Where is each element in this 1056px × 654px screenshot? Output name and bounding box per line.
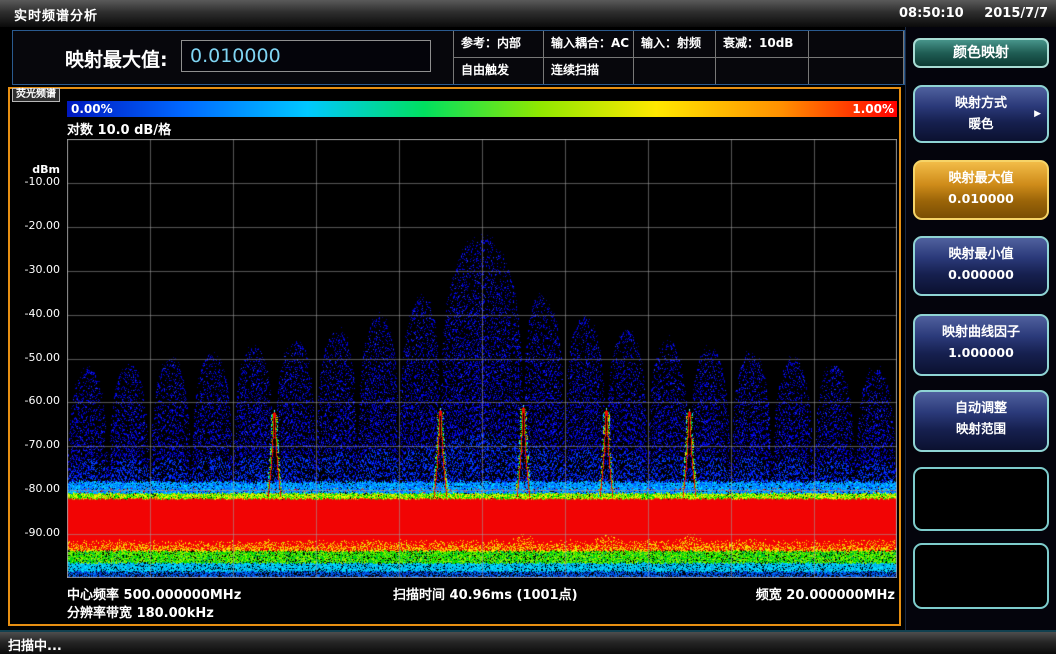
status-cell-r1c3 (716, 58, 809, 85)
value-entry-zone: 映射最大值: (13, 31, 453, 84)
y-tick--40.00: -40.00 (10, 307, 60, 320)
center-freq-label: 中心频率 500.000000MHz (67, 584, 241, 603)
y-tick--30.00: -30.00 (10, 263, 60, 276)
softkey-value: 1.000000 (915, 345, 1047, 360)
sweep-time-label: 扫描时间 40.96ms (1001点) (393, 584, 578, 603)
y-tick--60.00: -60.00 (10, 394, 60, 407)
status-cell-r1c0: 自由触发 (454, 58, 544, 85)
value-entry-label: 映射最大值: (65, 45, 168, 72)
time-display: 08:50:10 (899, 6, 964, 21)
softkey-label: 映射曲线因子 (915, 325, 1047, 341)
amplitude-scale-label: 对数 10.0 dB/格 (67, 119, 171, 138)
status-cell-r0c0: 参考：内部 (454, 31, 544, 58)
title-bar: 实时频谱分析 08:50:10 2015/7/7 (0, 0, 1056, 27)
status-cell-r0c3: 衰减：10dB (716, 31, 809, 58)
status-cell-r1c2 (634, 58, 716, 85)
colormap-max-label: 1.00% (852, 102, 894, 116)
submenu-arrow-icon: ▶ (1034, 109, 1041, 119)
softkey-label: 映射最大值 (915, 171, 1047, 187)
status-cell-r1c4 (809, 58, 904, 85)
softkey-empty-2[interactable] (913, 543, 1049, 609)
softkey-value: 0.010000 (915, 191, 1047, 206)
trace-tab-persistence[interactable]: 荧光频谱 (12, 88, 60, 102)
softkey-value: 0.000000 (915, 267, 1047, 282)
softkey-label: 映射最小值 (915, 247, 1047, 263)
softkey-auto-adjust[interactable]: 自动调整映射范围 (913, 390, 1049, 452)
rbw-label: 分辨率带宽 180.00kHz (67, 602, 214, 621)
date-display: 2015/7/7 (984, 6, 1048, 21)
status-grid: 参考：内部输入耦合：AC输入：射频衰减：10dB 自由触发连续扫描 (453, 31, 904, 84)
softkey-empty-1[interactable] (913, 467, 1049, 531)
status-cell-r0c1: 输入耦合：AC (544, 31, 634, 58)
softkey-map-mode[interactable]: 映射方式暖色▶ (913, 85, 1049, 143)
softkey-map-min[interactable]: 映射最小值 0.000000 (913, 236, 1049, 296)
y-tick--70.00: -70.00 (10, 438, 60, 451)
y-axis: dBm -10.00-20.00-30.00-40.00-50.00-60.00… (10, 139, 62, 578)
config-strip: 映射最大值: 参考：内部输入耦合：AC输入：射频衰减：10dB 自由触发连续扫描 (12, 30, 905, 85)
softkey-value: 映射范围 (915, 421, 1047, 436)
y-tick--50.00: -50.00 (10, 351, 60, 364)
trace-panel: 荧光频谱 0.00% 1.00% 对数 10.0 dB/格 dBm -10.00… (8, 87, 901, 626)
status-cell-r1c1: 连续扫描 (544, 58, 634, 85)
softkey-menu-header[interactable]: 颜色映射 (913, 38, 1049, 68)
y-tick--90.00: -90.00 (10, 526, 60, 539)
colormap-gradient-bar: 0.00% 1.00% (67, 101, 897, 117)
y-tick--80.00: -80.00 (10, 482, 60, 495)
spectrum-analyzer-screen: 实时频谱分析 08:50:10 2015/7/7 映射最大值: 参考：内部输入耦… (0, 0, 1056, 654)
colormap-min-label: 0.00% (71, 102, 113, 116)
softkey-map-max[interactable]: 映射最大值 0.010000 (913, 160, 1049, 220)
clock: 08:50:10 2015/7/7 (883, 6, 1048, 21)
softkey-map-curve[interactable]: 映射曲线因子 1.000000 (913, 314, 1049, 376)
sweep-status-text: 扫描中... (8, 635, 62, 654)
y-tick--20.00: -20.00 (10, 219, 60, 232)
status-bar: 扫描中... (0, 630, 1056, 654)
spectrum-canvas (67, 139, 897, 578)
app-title: 实时频谱分析 (14, 5, 98, 24)
y-tick--10.00: -10.00 (10, 175, 60, 188)
softkey-label: 映射方式 (915, 96, 1047, 112)
softkey-label: 自动调整 (915, 401, 1047, 417)
map-max-input[interactable] (181, 40, 431, 72)
softkey-sidebar: 颜色映射 映射方式暖色▶映射最大值0.010000映射最小值0.000000映射… (905, 27, 1056, 630)
softkey-value: 暖色 (915, 116, 1047, 131)
status-cell-r0c2: 输入：射频 (634, 31, 716, 58)
status-cell-r0c4 (809, 31, 904, 58)
span-label: 频宽 20.000000MHz (756, 584, 895, 603)
